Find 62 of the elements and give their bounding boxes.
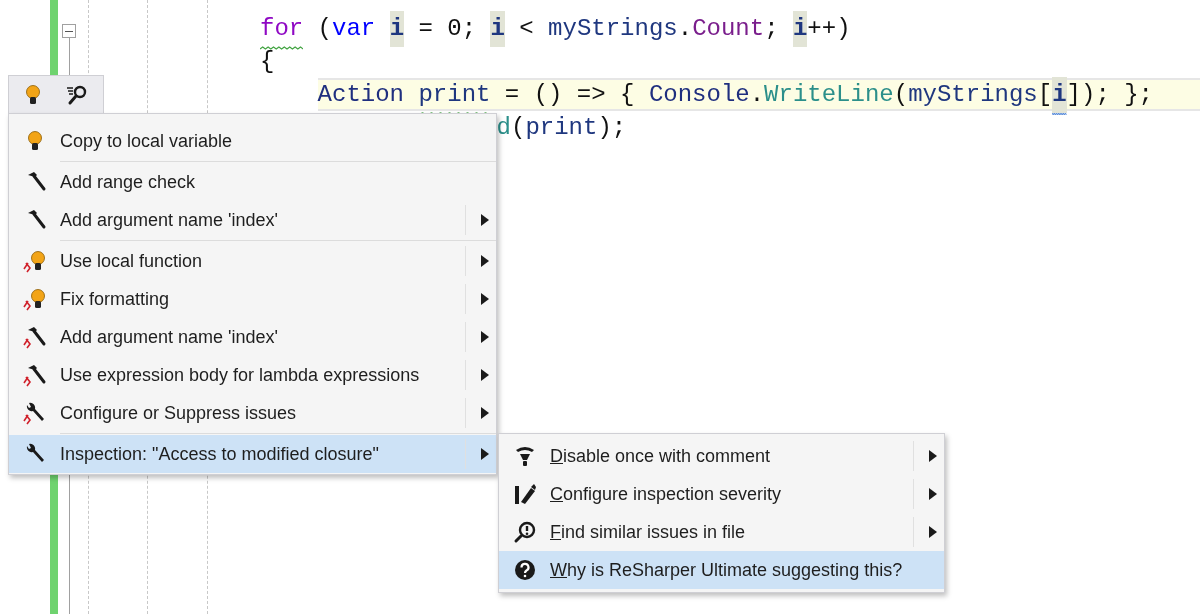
submenu-arrow-icon (929, 450, 937, 462)
code-punctuation: [ (1037, 79, 1053, 110)
code-token: i (490, 10, 505, 47)
code-punctuation: ; (764, 13, 780, 44)
submenu-arrow-icon (481, 214, 489, 226)
submenu-arrow-icon (481, 331, 489, 343)
code-token: print (525, 112, 598, 143)
hammer-with-fix-icon (22, 363, 47, 387)
code-token: i (1052, 76, 1067, 113)
fold-toggle[interactable] (62, 24, 76, 38)
code-punctuation: ( (893, 79, 909, 110)
code-punctuation: ( (316, 13, 333, 44)
menu-item[interactable]: Why is ReSharper Ultimate suggesting this? (499, 551, 944, 589)
submenu-arrow-icon (481, 369, 489, 381)
menu-item[interactable]: Copy to local variable (9, 122, 496, 160)
submenu-arrow-icon (929, 488, 937, 500)
menu-item[interactable]: Add range check (9, 163, 496, 201)
menu-item[interactable]: Use local function (9, 242, 496, 280)
code-punctuation: = () => { (503, 79, 636, 110)
wrench-with-fix-icon (22, 401, 47, 425)
squiggle-underline (1052, 111, 1067, 116)
menu-item[interactable]: Disable once with comment (499, 437, 944, 475)
menu-item[interactable]: Find similar issues in file (499, 513, 944, 551)
code-token: for (260, 10, 304, 47)
menu-item[interactable]: Fix formatting (9, 280, 496, 318)
menu-item[interactable]: Add argument name 'index' (9, 201, 496, 239)
help-icon (513, 559, 536, 581)
menu-item[interactable]: Configure inspection severity (499, 475, 944, 513)
code-token: var (332, 13, 377, 44)
code-punctuation: < (518, 13, 535, 44)
code-punctuation: ); (597, 112, 627, 143)
submenu-arrow-icon (481, 407, 489, 419)
code-token: Count (692, 13, 765, 44)
menu-item[interactable]: Use expression body for lambda expressions (9, 356, 496, 394)
search-alert-icon (512, 520, 537, 544)
code-punctuation: ++) (807, 13, 851, 44)
code-punctuation: . (677, 13, 693, 44)
submenu-arrow-icon (929, 526, 937, 538)
code-token: i (792, 10, 808, 47)
submenu-arrow-icon (481, 255, 489, 267)
submenu-arrow-icon (481, 293, 489, 305)
menu-item[interactable]: Inspection: "Access to modified closure" (9, 435, 496, 473)
code-token: myStrings (908, 79, 1038, 110)
brush-icon (512, 482, 537, 506)
bulb-with-fix-icon (22, 287, 47, 311)
code-punctuation: . (749, 79, 765, 110)
menu-item[interactable]: Configure or Suppress issues (9, 394, 496, 432)
submenu-arrow-icon (481, 448, 489, 460)
bulb-with-fix-icon (22, 249, 47, 273)
code-punctuation: { (260, 46, 275, 77)
code-token: d (496, 112, 511, 143)
squiggle-underline (260, 45, 304, 50)
code-punctuation: = 0; (417, 13, 478, 44)
hammer-with-fix-icon (22, 325, 47, 349)
code-token: i (389, 10, 405, 47)
code-token: Action (317, 79, 405, 110)
code-token: WriteLine (764, 79, 894, 110)
code-punctuation: ( (511, 112, 526, 143)
menu-item[interactable]: Add argument name 'index' (9, 318, 496, 356)
code-token: Console (648, 79, 750, 110)
code-token: myStrings (548, 13, 678, 44)
code-punctuation: ]); }; (1066, 79, 1153, 110)
